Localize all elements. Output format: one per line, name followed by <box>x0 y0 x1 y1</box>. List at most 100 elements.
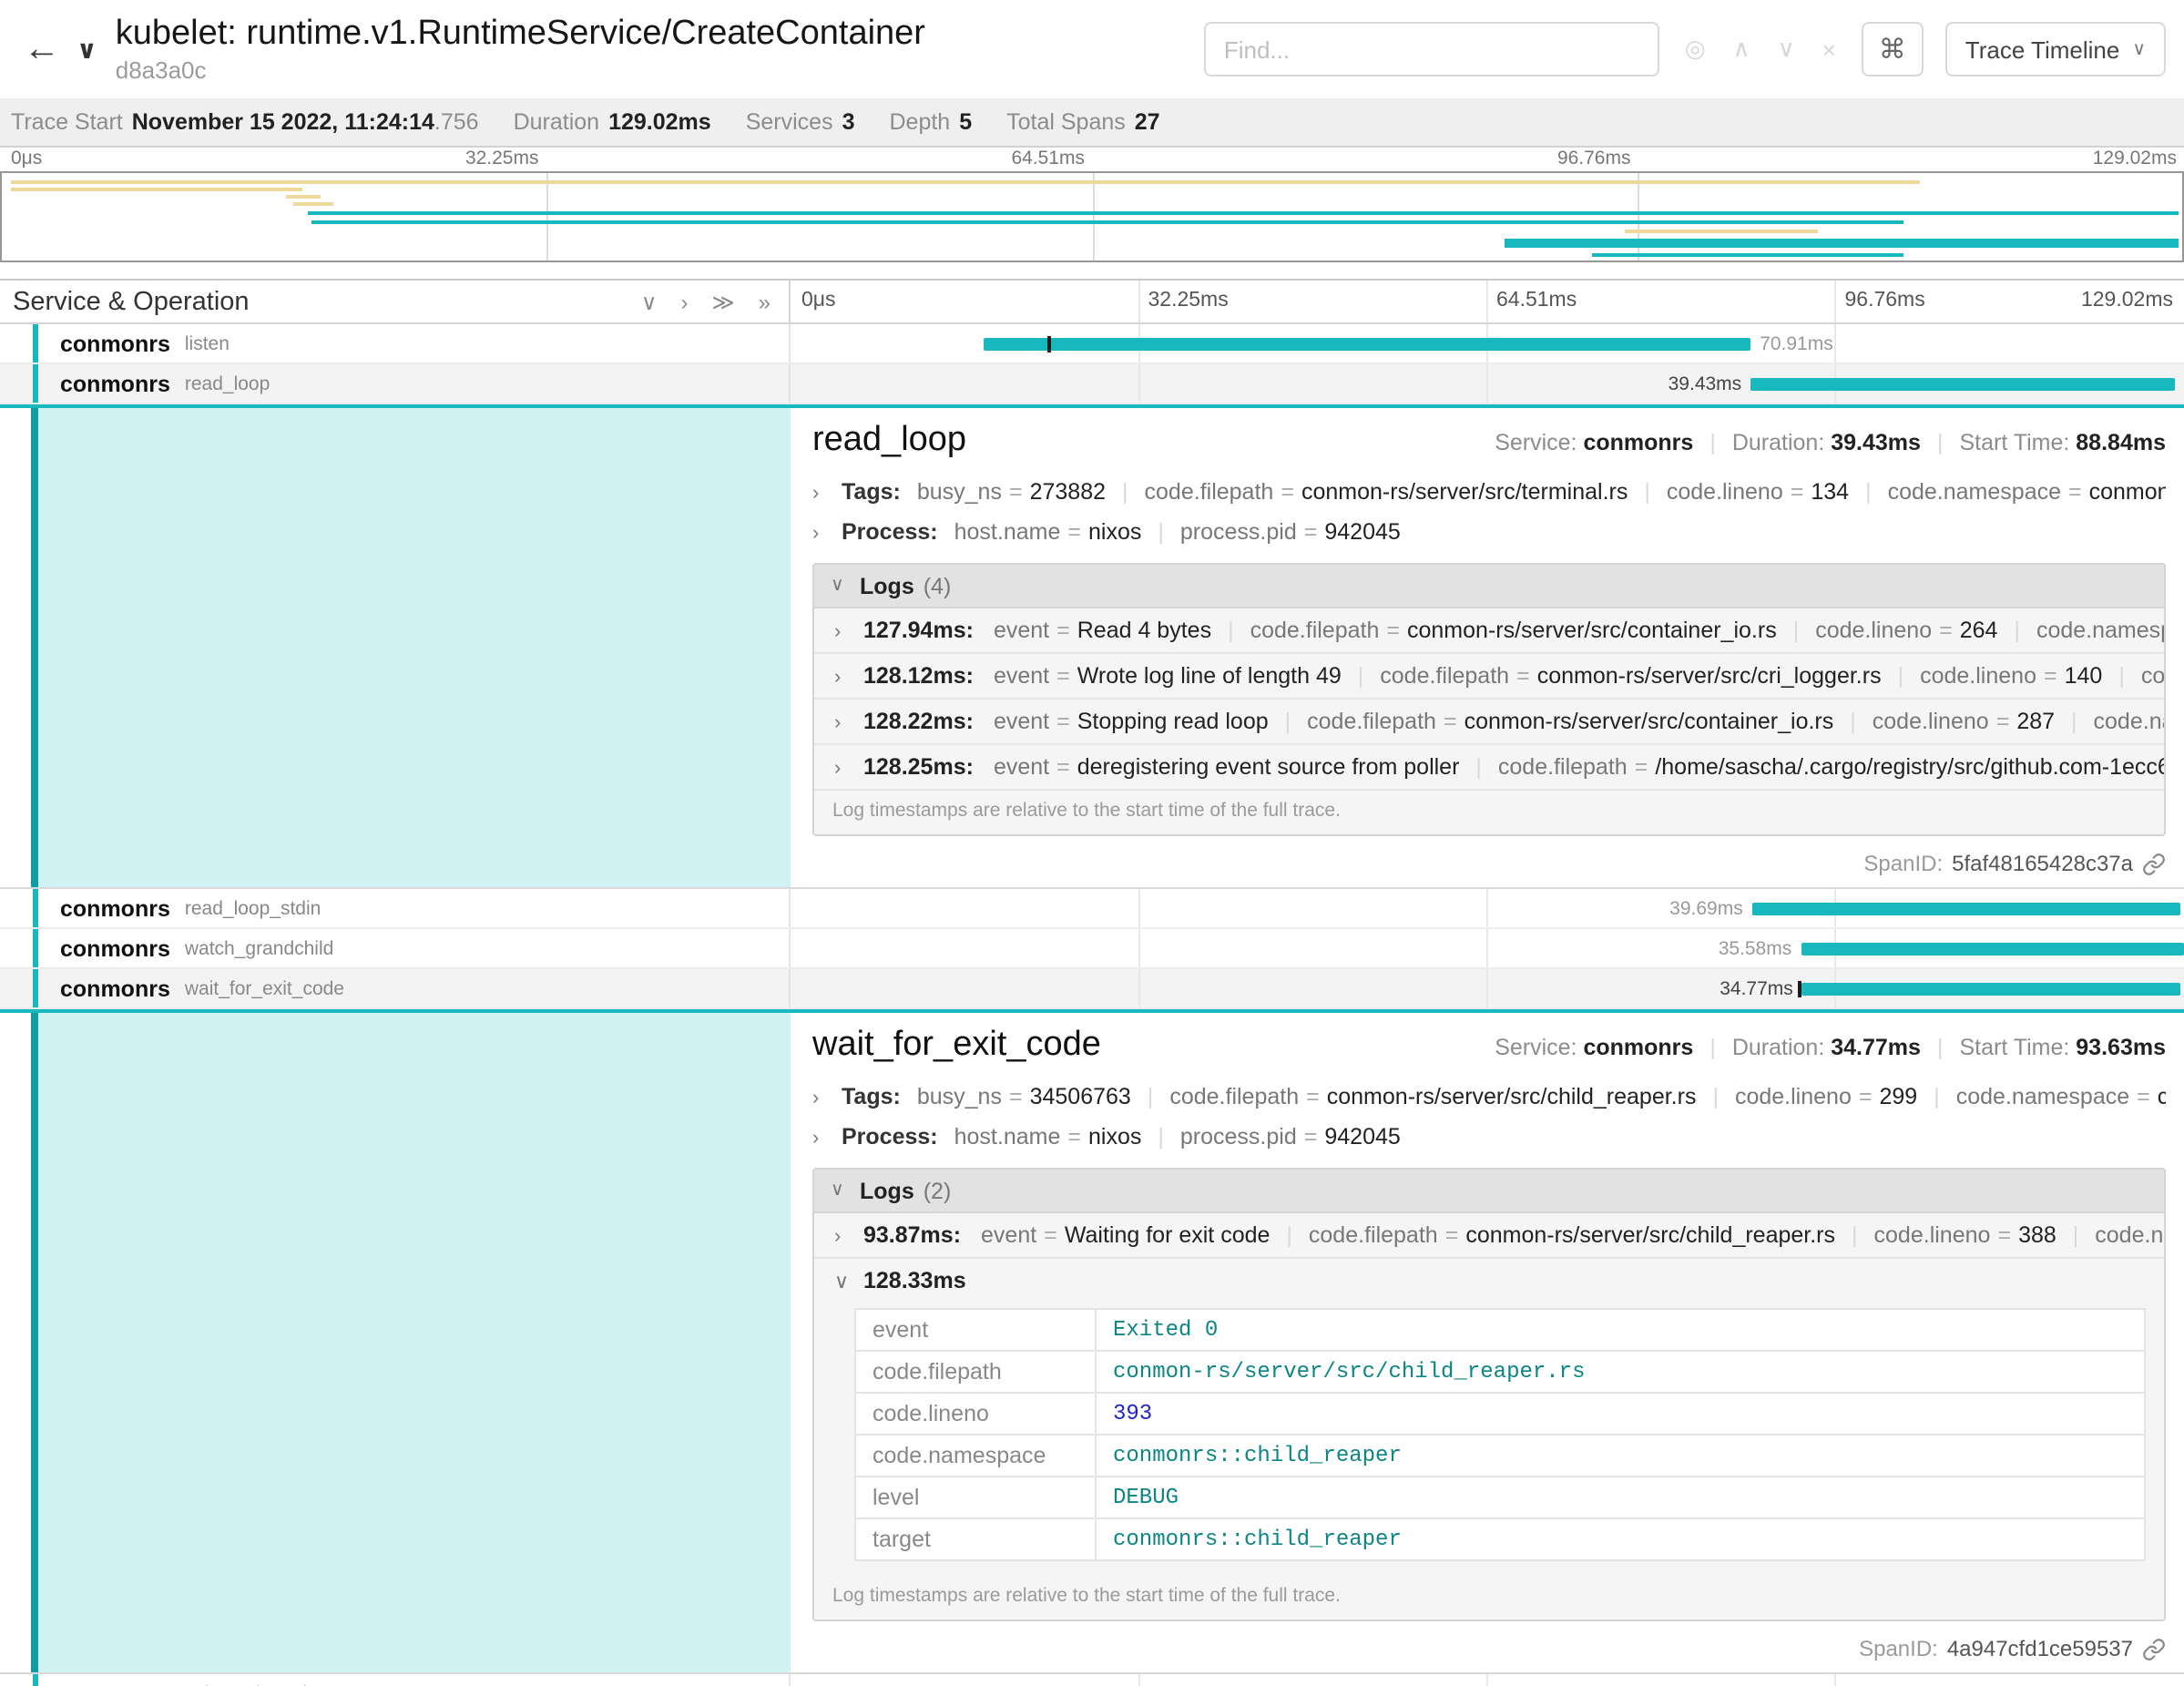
kv-separator: | <box>1712 1084 1719 1109</box>
kv-key: code.namespace <box>1956 1084 2129 1109</box>
kv-key: code.filepath <box>1307 709 1436 734</box>
kv-separator: | <box>2071 709 2077 734</box>
service-name: conmonrs <box>60 331 170 356</box>
kv-key: code.lineno <box>1735 1084 1852 1109</box>
span-timeline-cell[interactable]: 39.69ms <box>791 889 2184 927</box>
kv-pair: code.filepath=conmon-rs/server/src/conta… <box>1250 618 1777 643</box>
kv-equals: = <box>1009 1084 1023 1109</box>
logs-section: ∨Logs(4)›127.94ms:event=Read 4 bytes|cod… <box>812 563 2166 836</box>
deep-link-icon[interactable] <box>2142 1637 2166 1660</box>
log-entry[interactable]: ›127.94ms:event=Read 4 bytes|code.filepa… <box>814 608 2164 654</box>
span-timeline-cell[interactable]: 35.58ms <box>791 929 2184 967</box>
operation-name: read_loop <box>185 373 270 394</box>
operation-name: write_exit_path <box>185 1682 313 1686</box>
minimap-tick-labels: 0μs32.25ms64.51ms96.76ms129.02ms <box>0 148 2184 171</box>
process-row[interactable]: ›Process:host.name=nixos|process.pid=942… <box>812 512 2166 552</box>
span-timeline-cell[interactable]: 303μs <box>791 1674 2184 1686</box>
trace-view-selector[interactable]: Trace Timeline ∨ <box>1945 22 2166 77</box>
summary-value: November 15 2022, 11:24:14 <box>132 109 434 135</box>
expand-one-icon[interactable]: ∨ <box>641 289 658 314</box>
kv-equals: = <box>1996 709 2010 734</box>
chevron-right-icon: › <box>812 474 829 512</box>
chevron-right-icon: › <box>834 610 851 654</box>
kv-value: 299 <box>1880 1084 1918 1109</box>
span-duration: Duration: 39.43ms <box>1732 430 1921 455</box>
kv-value: conmonrs::terminal <box>2089 479 2166 505</box>
log-entry[interactable]: ›93.87ms:event=Waiting for exit code|cod… <box>814 1213 2164 1259</box>
kv-separator: | <box>1228 618 1234 643</box>
logs-header[interactable]: ∨Logs(2) <box>814 1170 2164 1213</box>
span-row[interactable]: conmonrswatch_grandchild35.58ms <box>0 929 2184 969</box>
collapse-one-icon[interactable]: › <box>681 289 689 314</box>
span-row[interactable]: conmonrslisten70.91ms <box>0 324 2184 364</box>
log-entry-expanded[interactable]: ∨128.33ms <box>814 1259 2164 1304</box>
span-meta: Service: conmonrs|Duration: 34.77ms|Star… <box>1495 1035 2166 1060</box>
minimap-span-line <box>311 220 1903 224</box>
span-duration-bar[interactable] <box>985 337 1751 350</box>
span-row[interactable]: conmonrsread_loop39.43ms <box>0 364 2184 404</box>
span-row[interactable]: conmonrswrite_exit_path303μs <box>0 1674 2184 1686</box>
kv-separator: | <box>1898 663 1904 689</box>
deep-link-icon[interactable] <box>2142 852 2166 875</box>
kv-separator: | <box>2073 1222 2079 1248</box>
trace-title-block: kubelet: runtime.v1.RuntimeService/Creat… <box>116 15 1204 84</box>
kv-equals: = <box>1859 1084 1873 1109</box>
span-detail-panel: read_loopService: conmonrs|Duration: 39.… <box>791 408 2184 887</box>
keyboard-shortcuts-button[interactable]: ⌘ <box>1862 22 1924 77</box>
clear-search-icon[interactable]: × <box>1822 36 1836 63</box>
kv-pair: code.namespace=conmon… <box>2094 709 2164 734</box>
kv-separator: | <box>1285 709 1291 734</box>
log-entry[interactable]: ›128.22ms:event=Stopping read loop|code.… <box>814 700 2164 745</box>
prev-result-icon[interactable]: ∧ <box>1733 35 1750 64</box>
kv-value: conmon-rs/server/src/child_reaper.rs <box>1327 1084 1697 1109</box>
log-field-row: eventExited 0 <box>855 1309 2145 1351</box>
expand-all-icon[interactable]: ≫ <box>712 289 735 314</box>
span-name-cell[interactable]: conmonrswrite_exit_path <box>0 1674 791 1686</box>
back-button[interactable]: ← <box>15 28 69 70</box>
span-id-row: SpanID:4a947cfd1ce59537 <box>812 1636 2166 1661</box>
log-entry[interactable]: ›128.12ms:event=Wrote log line of length… <box>814 654 2164 700</box>
span-name-cell[interactable]: conmonrsread_loop <box>0 364 791 403</box>
minimap-gridline <box>547 173 549 261</box>
collapse-all-icon[interactable]: » <box>759 289 771 314</box>
span-name-cell[interactable]: conmonrsread_loop_stdin <box>0 889 791 927</box>
span-row[interactable]: conmonrsread_loop_stdin39.69ms <box>0 889 2184 929</box>
collapse-trace-icon[interactable]: ∨ <box>77 34 97 65</box>
process-row[interactable]: ›Process:host.name=nixos|process.pid=942… <box>812 1117 2166 1157</box>
span-duration-bar[interactable] <box>1752 902 2181 915</box>
span-name-cell[interactable]: conmonrswait_for_exit_code <box>0 969 791 1007</box>
span-timeline-cell[interactable]: 70.91ms <box>791 324 2184 363</box>
kv-value: 388 <box>2018 1222 2056 1248</box>
span-duration-bar[interactable] <box>1802 982 2181 995</box>
focus-result-icon[interactable]: ◎ <box>1685 35 1706 64</box>
span-duration-bar[interactable] <box>1750 377 2176 390</box>
logs-count: (2) <box>924 1178 952 1203</box>
log-timestamp: 128.25ms: <box>863 754 974 780</box>
kv-value: 273882 <box>1030 479 1106 505</box>
kv-key: code.namespace <box>2095 1222 2164 1248</box>
span-duration-bar[interactable] <box>1801 942 2184 955</box>
minimap-span-line <box>294 202 333 206</box>
timeline-tick-label: 0μs <box>801 290 836 312</box>
span-timeline-cell[interactable]: 34.77ms <box>791 969 2184 1007</box>
span-timeline-cell[interactable]: 39.43ms <box>791 364 2184 403</box>
log-entry[interactable]: ›128.25ms:event=deregistering event sour… <box>814 745 2164 791</box>
minimap-canvas[interactable] <box>0 171 2184 262</box>
kv-key: code.lineno <box>1874 1222 1991 1248</box>
logs-header[interactable]: ∨Logs(4) <box>814 565 2164 608</box>
tags-row[interactable]: ›Tags:busy_ns=34506763|code.filepath=con… <box>812 1077 2166 1117</box>
tags-row[interactable]: ›Tags:busy_ns=273882|code.filepath=conmo… <box>812 472 2166 512</box>
span-row[interactable]: conmonrswait_for_exit_code34.77ms <box>0 969 2184 1009</box>
find-input[interactable] <box>1204 22 1659 77</box>
kv-equals: = <box>1635 754 1648 780</box>
next-result-icon[interactable]: ∨ <box>1778 35 1795 64</box>
span-name-cell[interactable]: conmonrswatch_grandchild <box>0 929 791 967</box>
meta-separator: | <box>1937 430 1944 455</box>
span-name-cell[interactable]: conmonrslisten <box>0 324 791 363</box>
trace-page-header: ← ∨ kubelet: runtime.v1.RuntimeService/C… <box>0 0 2184 98</box>
kv-equals: = <box>1386 618 1400 643</box>
kv-value: conmonrs::child_reap… <box>2158 1084 2166 1109</box>
summary-value: 129.02ms <box>608 109 711 135</box>
span-id-value: 5faf48165428c37a <box>1952 851 2133 876</box>
tags-label: Tags: <box>842 479 901 505</box>
